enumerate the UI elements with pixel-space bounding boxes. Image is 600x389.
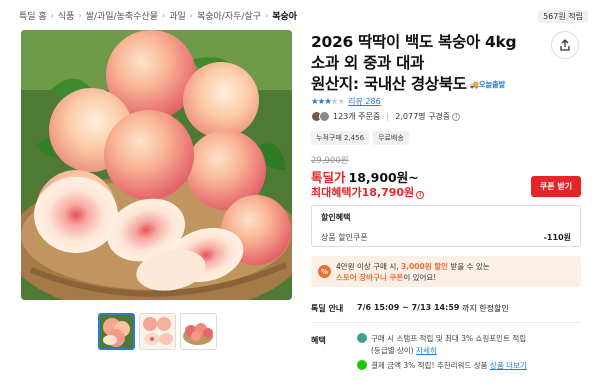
share-icon <box>560 39 570 51</box>
buyer-avatars <box>311 111 330 122</box>
product-main-image[interactable] <box>21 30 292 300</box>
thumbnail-list <box>98 313 217 350</box>
special-deal-label: 톡딜 안내 <box>311 304 344 313</box>
thumb-image <box>140 314 175 349</box>
special-deal-info: 톡딜 안내 7/6 15:09 ~ 7/13 14:59 까지 한정할인 <box>311 303 509 314</box>
divider <box>311 322 581 323</box>
benefits-label: 혜택 <box>311 336 326 345</box>
title-line: 원산지: 국내산 경상북도 <box>311 75 467 93</box>
chevron-right-icon: › <box>50 10 54 20</box>
share-button[interactable] <box>551 31 579 59</box>
breadcrumb-item[interactable]: 복숭아/자두/살구 <box>197 9 261 22</box>
special-deal-suffix: 까지 한정할인 <box>462 304 509 313</box>
max-benefit-price: 18,790원 <box>361 186 415 199</box>
chevron-right-icon: › <box>264 10 269 20</box>
delivery-badge: 🚚 오늘출발 <box>469 74 506 95</box>
breadcrumb-item[interactable]: 쌀/과일/농축수산물 <box>86 9 158 22</box>
breadcrumb: 특딜 홈 › 식품 › 쌀/과일/농축수산물 › 과일 › 복숭아/자두/살구 › 복숭아 <box>19 8 297 22</box>
discount-title: 할인혜택 <box>321 213 351 222</box>
benefit-reward: 결제 금액 3% 적립! 추천리워드 상품 상품 더보기 <box>357 360 527 372</box>
title-line: 소과 외 중과 대과 <box>311 54 425 72</box>
breadcrumb-current[interactable]: 복숭아 <box>272 9 297 22</box>
free-shipping-chip: 무료배송 <box>373 131 409 145</box>
stats-row: 123개 주문중 2,077명 구경중 i <box>311 111 461 122</box>
promo-line-2: 스토어 장바구니 쿠폰이 있어요! <box>336 272 436 283</box>
kakaopay-icon <box>357 333 367 343</box>
thumbnail-2[interactable] <box>139 313 176 350</box>
chevron-right-icon: › <box>189 10 193 20</box>
special-deal-time: 7/6 15:09 ~ 7/13 14:59 <box>357 303 460 312</box>
thumbnail-3[interactable] <box>180 313 217 350</box>
max-benefit-row: 최대혜택가 18,790원 i <box>311 184 425 200</box>
percent-icon: % <box>318 265 331 278</box>
truck-icon: 🚚 <box>469 80 479 89</box>
benefit-text: 구매 시 스탬프 적립 및 최대 3% 쇼핑포인트 적립 <box>371 334 527 343</box>
promo-highlight: 3,000원 할인 <box>401 262 449 271</box>
breadcrumb-item[interactable]: 식품 <box>58 9 75 22</box>
cart-coupon-promo[interactable]: % 4만원 이상 구매 시, 3,000원 할인 받을 수 있는 스토어 장바구… <box>311 256 581 287</box>
chevron-right-icon: › <box>161 10 166 20</box>
avatar <box>319 111 330 122</box>
benefit-stamp: 구매 시 스탬프 적립 및 최대 3% 쇼핑포인트 적립 (등급별 상이) 자세… <box>357 333 526 357</box>
original-price: 29,900원 <box>311 156 349 166</box>
breadcrumb-item[interactable]: 과일 <box>169 9 186 22</box>
cumulative-purchase-chip: 누적구매 2,456 <box>311 131 370 145</box>
promo-text: 이 있어요! <box>403 273 437 282</box>
max-benefit-label: 최대혜택가 <box>311 186 362 199</box>
promo-text: 받을 수 있는 <box>448 262 490 271</box>
rating-row: ★★★★★ 리뷰 286 <box>311 96 381 107</box>
benefit-more-link[interactable]: 상품 더보기 <box>490 361 527 370</box>
discount-row-value: -110원 <box>543 233 571 242</box>
thumbnail-1[interactable] <box>98 313 135 350</box>
info-icon[interactable]: i <box>416 190 425 199</box>
discount-box: 할인혜택 상품 할인쿠폰 -110원 <box>311 205 581 247</box>
coupon-button[interactable]: 쿠폰 받기 <box>531 176 581 197</box>
breadcrumb-item[interactable]: 특딜 홈 <box>19 9 47 22</box>
naver-icon <box>357 360 367 370</box>
benefit-text: (등급별 상이) <box>371 346 417 355</box>
stars-icon: ★★★★★ <box>311 96 345 107</box>
chevron-right-icon: › <box>78 10 82 20</box>
chip-list: 누적구매 2,456 무료배송 <box>311 131 409 145</box>
star-rating: ★★★★★ <box>311 96 345 107</box>
product-title: 2026 딱딱이 백도 복숭아 4kg 소과 외 중과 대과 원산지: 국내산 … <box>311 32 551 95</box>
promo-line-1: 4만원 이상 구매 시, 3,000원 할인 받을 수 있는 <box>336 261 490 272</box>
benefit-text: 결제 금액 3% 적립! 추천리워드 상품 <box>371 361 490 370</box>
discount-row-label: 상품 할인쿠폰 <box>321 233 368 242</box>
benefit-detail-link[interactable]: 자세히 <box>416 346 437 355</box>
review-link[interactable]: 리뷰 286 <box>348 96 381 107</box>
thumb-image <box>181 314 216 349</box>
info-icon[interactable]: i <box>452 112 461 121</box>
order-count: 123개 주문중 <box>333 112 381 121</box>
points-badge: 567원 적립 <box>538 10 588 23</box>
watcher-count: 2,077명 구경중 <box>395 112 451 121</box>
promo-text: 4만원 이상 구매 시, <box>336 262 401 271</box>
divider <box>387 112 389 121</box>
delivery-badge-label: 오늘출발 <box>478 80 506 89</box>
peach-photo <box>21 30 292 300</box>
promo-highlight: 스토어 장바구니 쿠폰 <box>336 273 404 282</box>
title-line: 2026 딱딱이 백도 복숭아 4kg <box>311 33 517 51</box>
thumb-image <box>100 315 133 348</box>
